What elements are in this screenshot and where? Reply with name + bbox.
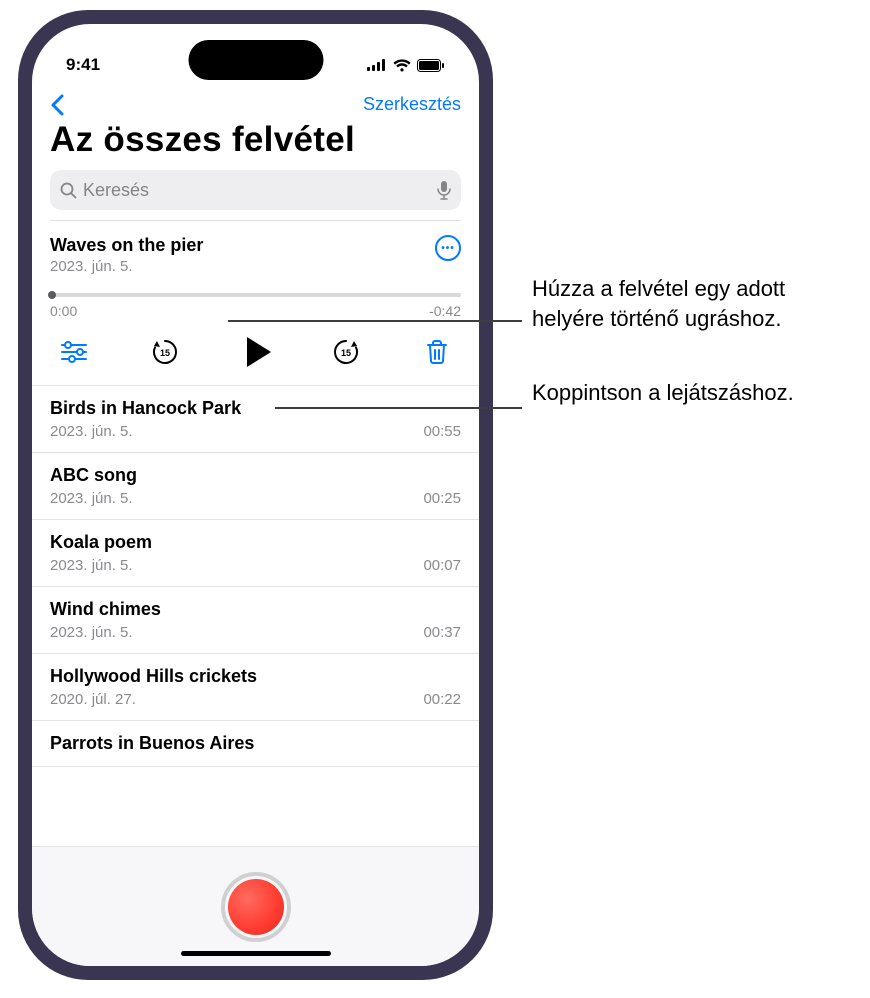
- battery-icon: [417, 59, 445, 72]
- svg-text:15: 15: [160, 348, 170, 358]
- options-button[interactable]: [54, 341, 94, 363]
- edit-button[interactable]: Szerkesztés: [363, 94, 461, 116]
- search-placeholder: Keresés: [83, 180, 149, 201]
- more-button[interactable]: •••: [435, 235, 461, 261]
- selected-date: 2023. jún. 5.: [50, 258, 203, 275]
- search-input[interactable]: Keresés: [50, 170, 461, 210]
- callout-line: [275, 407, 522, 409]
- playback-controls: 15 15: [50, 337, 461, 373]
- item-date: 2023. jún. 5.: [50, 423, 133, 440]
- selected-title: Waves on the pier: [50, 235, 203, 256]
- record-icon: [228, 879, 284, 935]
- item-title: Hollywood Hills crickets: [50, 666, 461, 687]
- svg-text:15: 15: [341, 348, 351, 358]
- forward-15-button[interactable]: 15: [326, 337, 366, 367]
- play-icon: [247, 337, 271, 367]
- page-title: Az összes felvétel: [32, 116, 479, 170]
- item-title: Parrots in Buenos Aires: [50, 733, 461, 754]
- item-date: 2023. jún. 5.: [50, 557, 133, 574]
- list-item[interactable]: Hollywood Hills crickets 2020. júl. 27. …: [32, 654, 479, 721]
- skip-forward-15-icon: 15: [331, 337, 361, 367]
- home-indicator[interactable]: [181, 951, 331, 956]
- list-item[interactable]: ABC song 2023. jún. 5. 00:25: [32, 453, 479, 520]
- callout-line: [228, 320, 522, 322]
- item-duration: 00:22: [423, 691, 461, 708]
- delete-button[interactable]: [417, 339, 457, 365]
- list-item[interactable]: Koala poem 2023. jún. 5. 00:07: [32, 520, 479, 587]
- scrubber-thumb[interactable]: [48, 291, 56, 299]
- skip-back-15-icon: 15: [150, 337, 180, 367]
- remaining-time: -0:42: [429, 303, 461, 319]
- phone-frame: 9:41 Szerkesztés Az összes felvétel: [18, 10, 493, 980]
- callout-scrub: Húzza a felvétel egy adott helyére törté…: [532, 274, 862, 333]
- item-title: Koala poem: [50, 532, 461, 553]
- item-duration: 00:07: [423, 557, 461, 574]
- elapsed-time: 0:00: [50, 303, 77, 319]
- wifi-icon: [393, 59, 411, 72]
- sliders-icon: [60, 341, 88, 363]
- callout-play: Koppintson a lejátszáshoz.: [532, 378, 832, 408]
- item-duration: 00:55: [423, 423, 461, 440]
- item-duration: 00:37: [423, 624, 461, 641]
- list-item[interactable]: Parrots in Buenos Aires: [32, 721, 479, 767]
- item-date: 2023. jún. 5.: [50, 624, 133, 641]
- selected-recording: Waves on the pier 2023. jún. 5. ••• 0:00…: [32, 221, 479, 385]
- item-title: Wind chimes: [50, 599, 461, 620]
- search-icon: [60, 182, 77, 199]
- status-icons: [367, 59, 445, 72]
- item-date: 2023. jún. 5.: [50, 490, 133, 507]
- trash-icon: [425, 339, 449, 365]
- back-button[interactable]: [50, 94, 64, 116]
- play-button[interactable]: [236, 337, 276, 367]
- item-duration: 00:25: [423, 490, 461, 507]
- bottom-bar: [32, 846, 479, 966]
- dictate-icon[interactable]: [437, 180, 451, 200]
- phone-screen: 9:41 Szerkesztés Az összes felvétel: [32, 24, 479, 966]
- ellipsis-icon: •••: [441, 243, 455, 254]
- playback-scrubber[interactable]: 0:00 -0:42: [50, 293, 461, 319]
- item-title: ABC song: [50, 465, 461, 486]
- record-button[interactable]: [221, 872, 291, 942]
- dynamic-island: [188, 40, 323, 80]
- cellular-icon: [367, 59, 387, 71]
- nav-bar: Szerkesztés: [32, 84, 479, 116]
- scrubber-track: [50, 293, 461, 297]
- item-date: 2020. júl. 27.: [50, 691, 136, 708]
- list-item[interactable]: Wind chimes 2023. jún. 5. 00:37: [32, 587, 479, 654]
- status-time: 9:41: [66, 55, 100, 75]
- list-item[interactable]: Birds in Hancock Park 2023. jún. 5. 00:5…: [32, 386, 479, 453]
- rewind-15-button[interactable]: 15: [145, 337, 185, 367]
